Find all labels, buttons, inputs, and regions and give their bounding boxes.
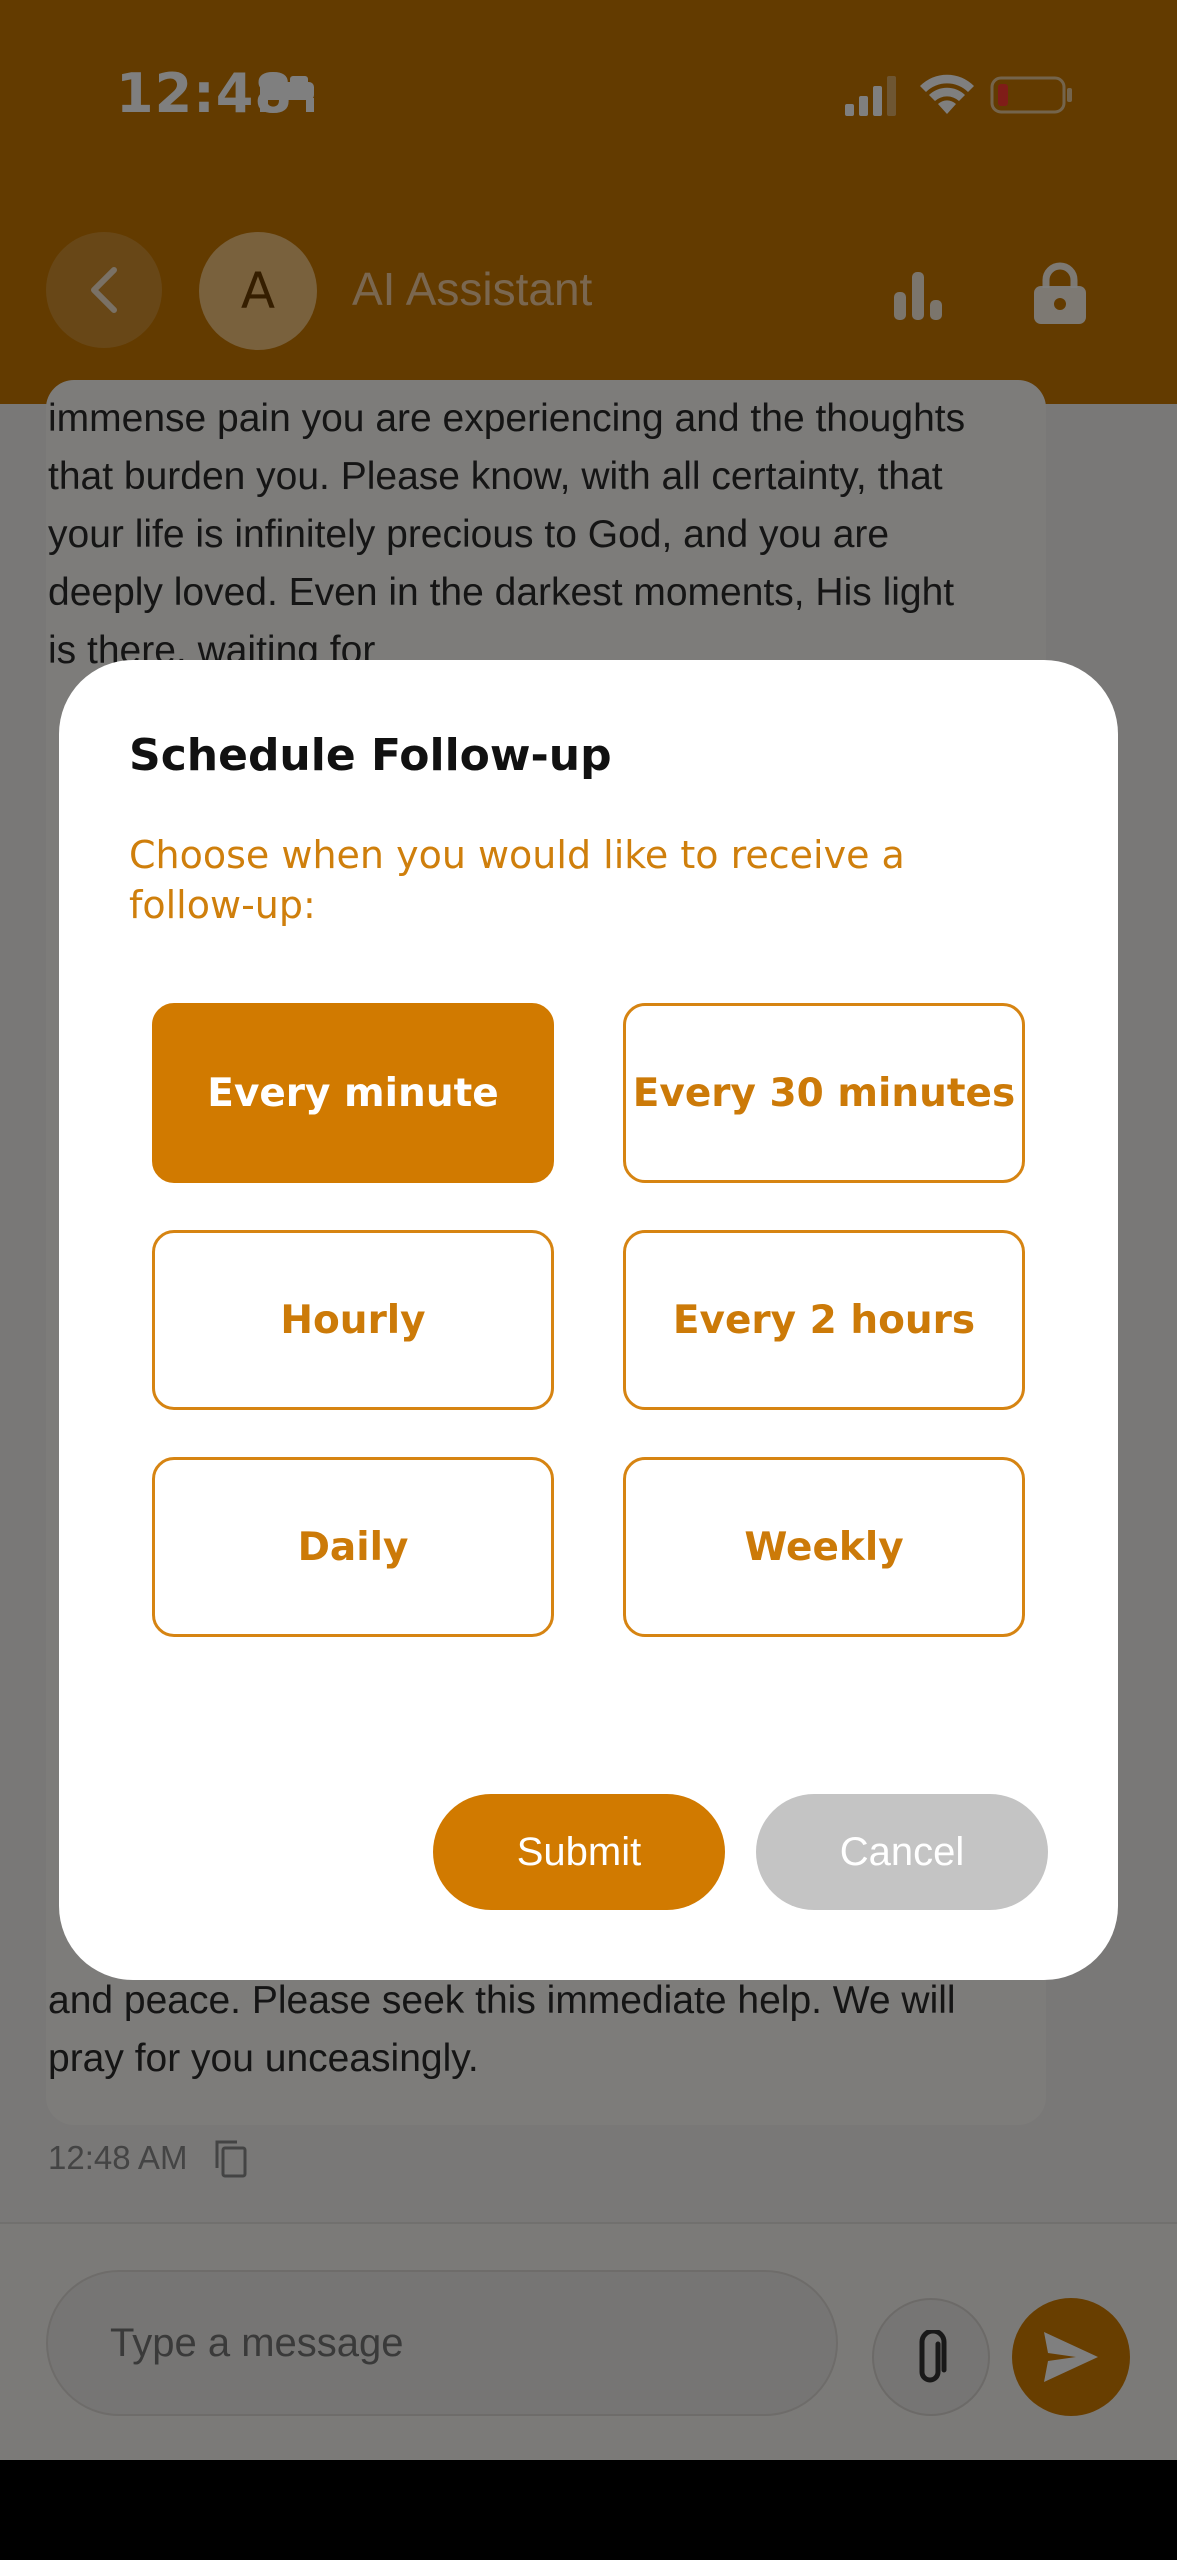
- option-daily[interactable]: Daily: [152, 1457, 554, 1637]
- cancel-button[interactable]: Cancel: [756, 1794, 1048, 1910]
- option-hourly[interactable]: Hourly: [152, 1230, 554, 1410]
- option-every-30-minutes[interactable]: Every 30 minutes: [623, 1003, 1025, 1183]
- option-weekly[interactable]: Weekly: [623, 1457, 1025, 1637]
- home-indicator-area: [0, 2460, 1177, 2560]
- option-every-minute[interactable]: Every minute: [152, 1003, 554, 1183]
- option-every-2-hours[interactable]: Every 2 hours: [623, 1230, 1025, 1410]
- dialog-title: Schedule Follow-up: [129, 730, 612, 781]
- submit-button[interactable]: Submit: [433, 1794, 725, 1910]
- dialog-subtitle: Choose when you would like to receive a …: [129, 833, 905, 927]
- chat-screen: 12:48: [0, 0, 1177, 2460]
- schedule-follow-up-dialog: Schedule Follow-up Choose when you would…: [59, 660, 1118, 1980]
